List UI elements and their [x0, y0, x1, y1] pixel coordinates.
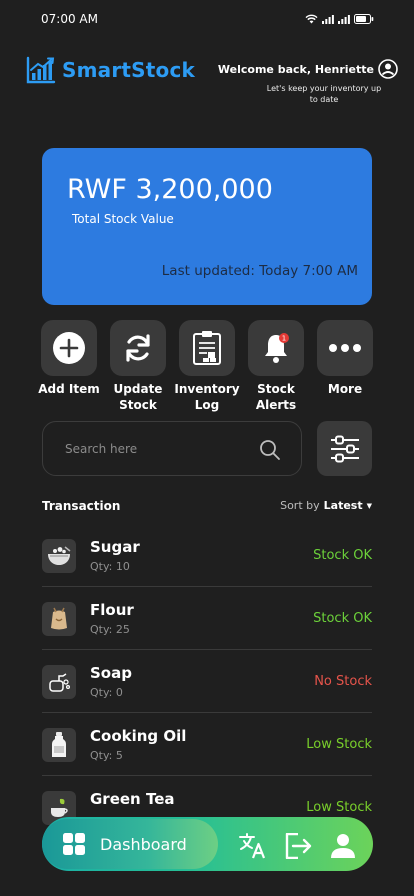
sort-label: Sort by: [280, 499, 320, 512]
caret-down-icon: ▼: [366, 501, 372, 510]
status-badge: Low Stock: [306, 800, 372, 815]
sort-dropdown[interactable]: Sort by Latest ▼: [280, 499, 372, 512]
item-qty: Qty: 25: [90, 623, 130, 636]
status-badge: Stock OK: [313, 548, 372, 563]
stock-value-label: Total Stock Value: [72, 212, 174, 226]
stock-alerts-label: Stock Alerts: [255, 382, 297, 412]
clipboard-icon: [193, 331, 221, 365]
welcome-text: Welcome back, Henriette: [217, 63, 374, 76]
item-name: Green Tea: [90, 790, 175, 808]
item-name: Sugar: [90, 538, 140, 556]
status-badge: No Stock: [314, 674, 372, 689]
item-name: Flour: [90, 601, 134, 619]
inventory-log-button[interactable]: Inventory Log: [172, 320, 242, 413]
list-item[interactable]: Sugar Qty: 10 Stock OK: [42, 524, 372, 587]
add-item-button[interactable]: Add Item: [34, 320, 104, 397]
status-icons: [305, 14, 374, 24]
signal-icon: [338, 14, 350, 24]
signal-icon: [322, 14, 334, 24]
welcome-subtitle: Let's keep your inventory up to date: [266, 84, 382, 104]
brand-logo: SmartStock: [26, 56, 195, 84]
dashboard-grid-icon: [63, 833, 85, 855]
inventory-log-label: Inventory Log: [174, 382, 240, 412]
account-icon[interactable]: [378, 59, 398, 79]
flour-sack-icon: [42, 602, 76, 636]
transaction-list: Sugar Qty: 10 Stock OK Flour Qty: 25 Sto…: [42, 524, 372, 839]
status-time: 07:00 AM: [41, 12, 98, 26]
item-name: Soap: [90, 664, 132, 682]
transactions-title: Transaction: [42, 499, 121, 513]
add-item-label: Add Item: [38, 382, 100, 396]
update-stock-label: Update Stock: [113, 382, 163, 412]
soap-icon: [42, 665, 76, 699]
stock-value-amount: RWF 3,200,000: [67, 174, 273, 205]
update-stock-button[interactable]: Update Stock: [103, 320, 173, 413]
list-item[interactable]: Soap Qty: 0 No Stock: [42, 650, 372, 713]
bell-icon: 1: [265, 333, 289, 363]
profile-icon: [331, 834, 355, 858]
dashboard-label: Dashboard: [100, 834, 187, 854]
dashboard-button[interactable]: Dashboard: [42, 819, 218, 869]
last-updated: Last updated: Today 7:00 AM: [161, 263, 358, 279]
profile-button[interactable]: [329, 832, 357, 860]
plus-circle-icon: [53, 332, 85, 364]
item-qty: Qty: 0: [90, 686, 123, 699]
chart-logo-icon: [26, 56, 56, 84]
brand-name: SmartStock: [62, 58, 196, 82]
item-qty: Qty: 10: [90, 560, 130, 573]
list-item[interactable]: Flour Qty: 25 Stock OK: [42, 587, 372, 650]
more-label: More: [327, 382, 363, 396]
status-bar: 07:00 AM: [0, 0, 414, 36]
search-bar: [42, 421, 302, 476]
sort-value: Latest: [323, 499, 363, 512]
refresh-icon: [126, 334, 150, 362]
search-icon[interactable]: [259, 439, 281, 461]
status-badge: Low Stock: [306, 737, 372, 752]
oil-bottle-icon: [42, 728, 76, 762]
stock-value-card: RWF 3,200,000 Total Stock Value Last upd…: [42, 148, 372, 305]
logout-button[interactable]: [284, 832, 312, 860]
item-name: Cooking Oil: [90, 727, 187, 745]
quick-actions: Add Item Update Stock Inventory Log 1 St…: [34, 320, 380, 416]
bottom-nav: Dashboard: [42, 817, 373, 871]
alert-badge-count: 1: [282, 335, 286, 343]
logout-icon: [285, 833, 312, 859]
translate-icon: [239, 833, 266, 859]
filter-button[interactable]: [317, 421, 372, 476]
battery-icon: [354, 14, 374, 24]
search-input[interactable]: [65, 439, 255, 459]
item-qty: Qty: 5: [90, 749, 123, 762]
translate-button[interactable]: [239, 832, 267, 860]
wifi-icon: [305, 14, 318, 24]
status-badge: Stock OK: [313, 611, 372, 626]
more-button[interactable]: More: [310, 320, 380, 397]
sliders-icon: [330, 435, 359, 462]
list-item[interactable]: Cooking Oil Qty: 5 Low Stock: [42, 713, 372, 776]
more-dots-icon: [329, 344, 361, 352]
stock-alerts-button[interactable]: 1 Stock Alerts: [241, 320, 311, 413]
sugar-bowl-icon: [42, 539, 76, 573]
